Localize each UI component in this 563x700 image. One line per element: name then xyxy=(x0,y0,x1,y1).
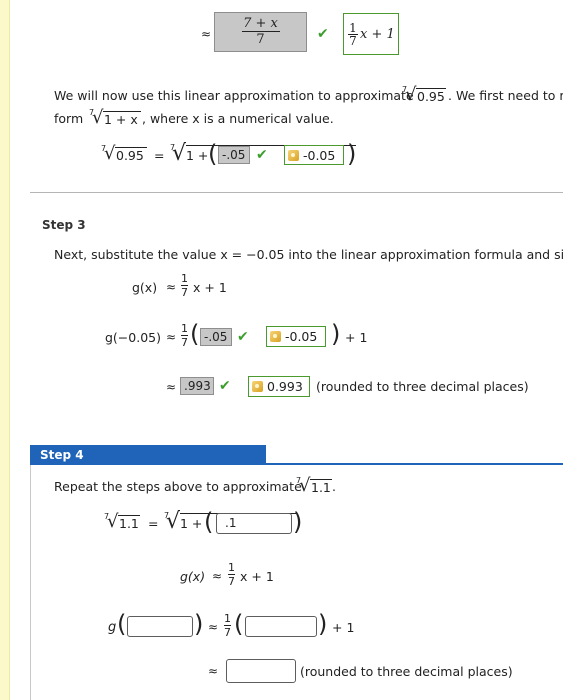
radical-sign: √ xyxy=(166,509,181,534)
left-paren: ( xyxy=(117,610,127,638)
result-input[interactable] xyxy=(226,659,296,683)
approx-symbol: ≈ xyxy=(166,380,177,394)
step-4-border xyxy=(30,465,31,700)
plus-1: + 1 xyxy=(332,620,355,635)
step-4-rule xyxy=(266,463,563,465)
approx-symbol: ≈ xyxy=(208,664,219,678)
fraction-one-seventh: 1 7 xyxy=(224,612,231,639)
rounding-note: (rounded to three decimal places) xyxy=(316,379,529,394)
radical-sign: √ xyxy=(405,84,417,105)
left-paren: ( xyxy=(234,610,244,638)
rounding-note: (rounded to three decimal places) xyxy=(300,664,513,679)
radical-sign: √ xyxy=(299,475,311,496)
g-of-x: g(x) xyxy=(180,569,206,584)
left-paren: ( xyxy=(208,140,218,168)
one-plus: 1 + xyxy=(180,516,203,531)
one-plus: 1 + xyxy=(186,148,209,163)
intro-line-1-tail: . We first need to re xyxy=(448,88,563,103)
divider xyxy=(30,192,563,193)
checkmark-icon: ✔ xyxy=(219,378,231,394)
key-icon xyxy=(288,149,299,161)
approx-symbol: ≈ xyxy=(166,280,177,294)
step-3-description: Next, substitute the value x = −0.05 int… xyxy=(54,247,563,262)
right-paren: ) xyxy=(347,140,357,168)
correct-answer-box: -0.05 xyxy=(284,145,344,165)
intro-line-1: We will now use this linear approximatio… xyxy=(54,88,414,103)
fraction-one-seventh: 1 7 xyxy=(228,561,235,588)
intro-line-2-prefix: form xyxy=(54,111,84,126)
equals-sign: = xyxy=(148,516,159,531)
radical-sign: √ xyxy=(172,141,187,166)
equals-sign: = xyxy=(154,148,165,163)
correct-answer-box: 0.993 xyxy=(248,376,310,397)
fraction-one-seventh: 1 7 xyxy=(181,272,188,299)
right-paren: ) xyxy=(331,320,341,348)
step-3-label: Step 3 xyxy=(42,218,86,232)
approx-symbol: ≈ xyxy=(201,27,212,41)
plus-1: + 1 xyxy=(345,330,368,345)
g-of-neg-0-05: g(−0.05) xyxy=(105,330,161,345)
checkmark-icon: ✔ xyxy=(256,147,268,163)
radical-sign: √ xyxy=(107,511,119,532)
step-4-description: Repeat the steps above to approximate xyxy=(54,479,302,494)
x-value-input[interactable]: .1 xyxy=(216,513,292,534)
x-plus-1: x + 1 xyxy=(193,280,227,295)
x-plus-1: x + 1 xyxy=(240,569,274,584)
intro-line-2-tail: , where x is a numerical value. xyxy=(142,111,334,126)
g-of-x: g(x) xyxy=(132,280,158,295)
fraction-one-seventh: 1 7 xyxy=(181,322,188,349)
lhs-radicand: 0.95 xyxy=(116,148,144,163)
left-paren: ( xyxy=(204,508,214,536)
result-input[interactable]: .993 xyxy=(180,377,214,395)
intro-radicand-1-plus-x: 1 + x xyxy=(104,112,138,127)
previous-answer-input[interactable]: 7 + x 7 xyxy=(214,12,307,52)
key-icon xyxy=(252,381,263,392)
radical-sign: √ xyxy=(104,143,116,164)
x-substitution-input[interactable] xyxy=(245,616,317,637)
step-4-radicand: 1.1 xyxy=(311,480,331,495)
intro-radicand: 0.95 xyxy=(417,89,445,104)
step-4-description-tail: . xyxy=(332,479,336,494)
x-value-input[interactable]: -.05 xyxy=(200,328,232,346)
x-value-input[interactable]: -.05 xyxy=(218,146,250,164)
approx-symbol: ≈ xyxy=(166,330,177,344)
approx-symbol: ≈ xyxy=(208,620,219,634)
correct-answer-box: -0.05 xyxy=(266,326,326,347)
right-paren: ) xyxy=(318,610,328,638)
g-letter: g xyxy=(108,620,117,635)
right-paren: ) xyxy=(194,610,204,638)
key-icon xyxy=(270,331,281,342)
step-4-header: Step 4 xyxy=(30,445,266,465)
radical-sign: √ xyxy=(92,107,104,128)
g-argument-input[interactable] xyxy=(127,616,193,637)
approx-symbol: ≈ xyxy=(212,569,223,583)
left-paren: ( xyxy=(190,320,200,348)
left-margin-stripe xyxy=(0,0,10,700)
correct-answer-box: 1 7 x + 1 xyxy=(343,13,399,55)
checkmark-icon: ✔ xyxy=(317,26,329,42)
lhs-radicand: 1.1 xyxy=(119,516,139,531)
right-paren: ) xyxy=(293,508,303,536)
checkmark-icon: ✔ xyxy=(237,329,249,345)
